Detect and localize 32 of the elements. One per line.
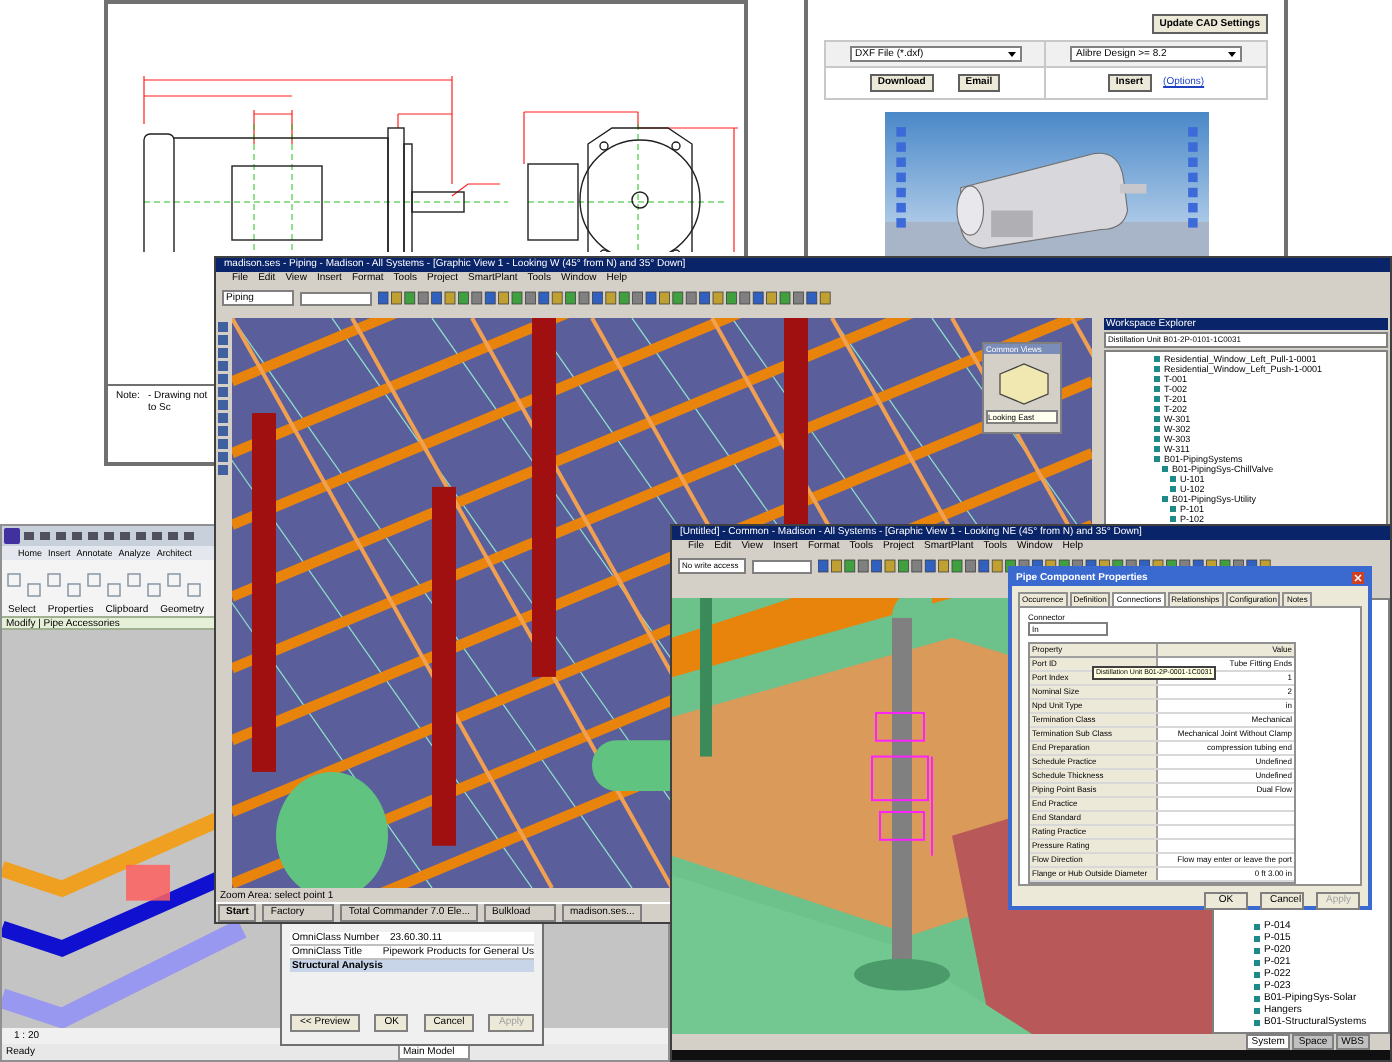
- node-icon: [1154, 416, 1160, 422]
- node-icon: [1154, 436, 1160, 442]
- node-icon: [1254, 995, 1260, 1001]
- dropdown-arrow-icon: [1007, 48, 1015, 60]
- node-icon: [1154, 396, 1160, 402]
- node-icon: [1254, 983, 1260, 989]
- node-icon: [1254, 923, 1260, 929]
- node-icon: [1254, 1007, 1260, 1013]
- node-icon: [1154, 406, 1160, 412]
- dropdown-arrow-icon: [1228, 48, 1236, 60]
- node-icon: [1254, 959, 1260, 965]
- node-icon: [1254, 935, 1260, 941]
- node-icon: [1170, 476, 1176, 482]
- node-icon: [1162, 496, 1168, 502]
- node-icon: [1154, 376, 1160, 382]
- node-icon: [1154, 356, 1160, 362]
- node-icon: [1254, 971, 1260, 977]
- close-icon[interactable]: [1352, 572, 1364, 584]
- node-icon: [1254, 1019, 1260, 1025]
- node-icon: [1154, 366, 1160, 372]
- node-icon: [1170, 516, 1176, 522]
- node-icon: [1170, 486, 1176, 492]
- vertical-toolbar-drawing[interactable]: [216, 318, 232, 478]
- node-icon: [1170, 506, 1176, 512]
- node-icon: [1162, 466, 1168, 472]
- filter-select[interactable]: [300, 291, 372, 305]
- node-icon: [1154, 456, 1160, 462]
- filter-select[interactable]: [752, 559, 812, 573]
- node-icon: [1154, 446, 1160, 452]
- node-icon: [1254, 947, 1260, 953]
- node-icon: [1154, 386, 1160, 392]
- node-icon: [1154, 426, 1160, 432]
